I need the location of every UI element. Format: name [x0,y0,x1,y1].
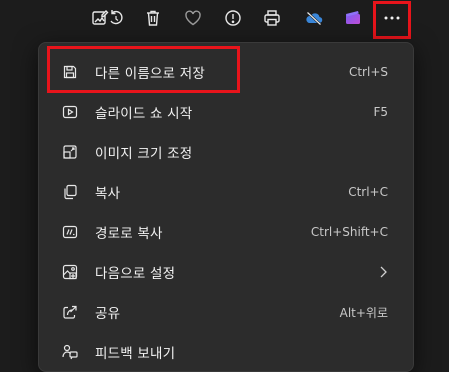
menu-item-shortcut: F5 [373,105,388,119]
menu-item-shortcut: Alt+위로 [339,305,388,320]
save-as-highlight [47,46,240,93]
menu-item-shortcut: Ctrl+S [348,65,388,79]
clipchamp-icon[interactable] [339,5,367,31]
menu-item-send-feedback[interactable]: 피드백 보내기 [47,334,403,370]
menu-item-label: 경로로 복사 [95,226,163,242]
menu-item-resize-image[interactable]: 이미지 크기 조정 [47,134,403,170]
rotate-icon[interactable] [102,5,130,31]
feedback-icon [62,344,78,360]
menu-item-label: 슬라이드 쇼 시작 [95,106,193,122]
more-options-highlight [373,1,411,39]
info-icon[interactable] [219,5,247,31]
onedrive-sync-off-icon[interactable] [300,5,328,31]
menu-item-label: 피드백 보내기 [95,346,176,362]
share-icon [62,304,78,320]
menu-item-label: 복사 [95,186,121,202]
print-icon[interactable] [258,5,286,31]
menu-item-label: 공유 [95,306,121,322]
menu-item-set-as[interactable]: 다음으로 설정 [47,254,403,290]
menu-item-label: 이미지 크기 조정 [95,146,193,162]
delete-icon[interactable] [139,5,167,31]
menu-item-label: 다음으로 설정 [95,266,176,282]
menu-item-copy-as-path[interactable]: 경로로 복사 Ctrl+Shift+C [47,214,403,250]
menu-item-shortcut: Ctrl+Shift+C [310,225,388,239]
menu-item-share[interactable]: 공유 Alt+위로 [47,294,403,330]
set-as-icon [62,264,78,280]
copy-icon [62,184,78,200]
slideshow-icon [62,104,78,120]
chevron-right-icon [380,266,387,278]
menu-item-copy[interactable]: 복사 Ctrl+C [47,174,403,210]
menu-item-start-slideshow[interactable]: 슬라이드 쇼 시작 F5 [47,94,403,130]
menu-item-shortcut: Ctrl+C [348,185,388,199]
copy-path-icon [62,224,78,240]
resize-image-icon [62,144,78,160]
favorite-heart-icon[interactable] [179,5,207,31]
